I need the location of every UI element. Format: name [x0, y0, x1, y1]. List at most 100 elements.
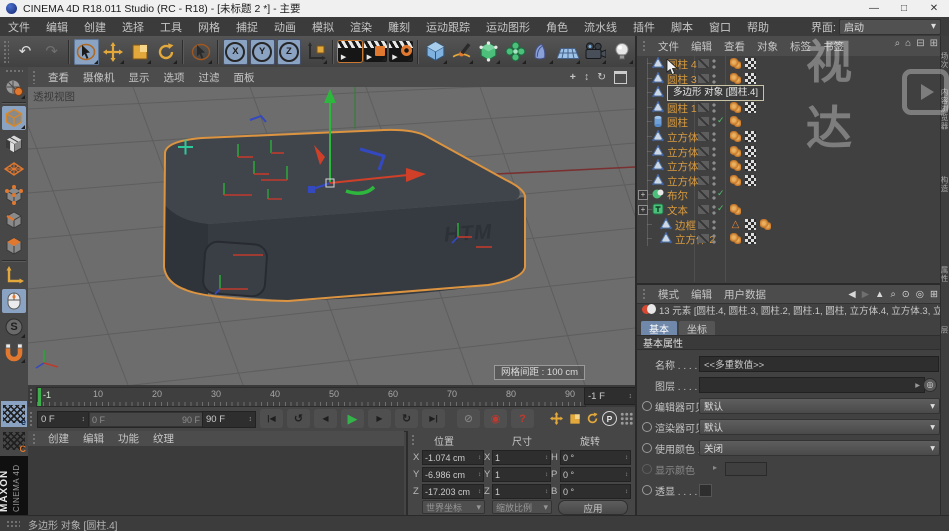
- object-row-cube3[interactable]: 立方体 3: [637, 144, 942, 159]
- dock-tab-structure[interactable]: 构造: [940, 176, 949, 193]
- uvw-tag-icon[interactable]: [745, 130, 756, 142]
- layer-box[interactable]: [698, 59, 709, 68]
- previous-frame-button[interactable]: ◀: [314, 409, 337, 428]
- material-edit-menu[interactable]: 编辑: [76, 431, 111, 446]
- lock-icon[interactable]: ⊙: [902, 289, 910, 300]
- frame-range-slider[interactable]: 0 F 90 F: [88, 411, 204, 428]
- expand-arrow-icon[interactable]: ▸: [713, 463, 717, 472]
- current-frame-field[interactable]: -1 F ↕: [584, 387, 636, 405]
- camera-menu[interactable]: 摄像机: [76, 70, 122, 85]
- add-mograph-button[interactable]: [503, 39, 528, 65]
- render-visibility-dropdown[interactable]: 默认 ▾: [699, 419, 940, 435]
- visibility-dots[interactable]: [712, 145, 716, 157]
- cycle-button[interactable]: ↻: [395, 409, 418, 428]
- pos-z-field[interactable]: -17.203 cm ↕: [422, 484, 484, 499]
- menu-sculpt[interactable]: 雕刻: [380, 19, 418, 35]
- next-frame-button[interactable]: ▶: [368, 409, 391, 428]
- visibility-dots[interactable]: [712, 218, 716, 230]
- track-mode-icon[interactable]: ◎: [916, 289, 924, 300]
- new-panel-icon[interactable]: ⊞: [930, 289, 938, 300]
- timeline-grip[interactable]: [29, 388, 34, 404]
- use-color-dropdown[interactable]: 关闭 ▾: [699, 440, 940, 456]
- object-row-cube1[interactable]: 立方体 1: [637, 158, 942, 173]
- quantize-settings-button[interactable]: C: [1, 428, 27, 454]
- phong-tag-icon[interactable]: [730, 72, 741, 84]
- points-mode-button[interactable]: [2, 183, 26, 207]
- layer-box[interactable]: [698, 219, 709, 229]
- key-position-button[interactable]: [548, 410, 565, 427]
- sound-toggle-button[interactable]: ⊘: [457, 409, 480, 428]
- spinner-icon[interactable]: ↕: [478, 472, 481, 478]
- dolly-view-icon[interactable]: ↕: [580, 71, 593, 83]
- expand-icon[interactable]: +: [638, 190, 648, 201]
- minimize-button[interactable]: —: [859, 0, 889, 17]
- om-view-menu[interactable]: 查看: [718, 39, 751, 54]
- om-edit-menu[interactable]: 编辑: [685, 39, 718, 54]
- play-backward-button[interactable]: ↺: [287, 409, 310, 428]
- om-objects-menu[interactable]: 对象: [751, 39, 784, 54]
- magnet-button[interactable]: [2, 340, 26, 364]
- add-environment-button[interactable]: [556, 39, 581, 65]
- key-rotation-button[interactable]: [584, 410, 601, 427]
- uvw-tag-icon[interactable]: [745, 233, 756, 245]
- rotate-button[interactable]: [154, 39, 179, 65]
- record-button[interactable]: ◉: [484, 409, 507, 428]
- add-spline-button[interactable]: [450, 39, 475, 65]
- menu-render[interactable]: 渲染: [342, 19, 380, 35]
- rotate-view-icon[interactable]: ↻: [593, 71, 610, 83]
- add-light-button[interactable]: [609, 39, 634, 65]
- pos-x-field[interactable]: -1.074 cm ↕: [422, 450, 484, 465]
- autokey-help-button[interactable]: ?: [511, 409, 534, 428]
- dock-tab-takes[interactable]: 场次: [940, 52, 949, 69]
- viewport-menu-grip[interactable]: [32, 70, 37, 84]
- material-list-area[interactable]: [28, 446, 404, 515]
- last-tool-button[interactable]: [188, 39, 213, 65]
- parent-object-icon[interactable]: ▲: [875, 289, 884, 300]
- menu-select[interactable]: 选择: [114, 19, 152, 35]
- axis-mode-button[interactable]: [2, 264, 26, 288]
- tab-basic[interactable]: 基本: [641, 321, 677, 336]
- layer-box[interactable]: [698, 204, 709, 214]
- attribute-manager-grip[interactable]: [642, 288, 647, 300]
- layer-popup-icon[interactable]: ▸: [915, 380, 920, 391]
- timeline-track[interactable]: -1 10 20 30 40 50 60 70 80 90: [36, 387, 586, 407]
- object-row-cylinder4[interactable]: 圆柱 4: [637, 56, 942, 71]
- display-color-swatch[interactable]: [725, 462, 767, 476]
- visibility-dots[interactable]: [712, 116, 716, 128]
- spinner-icon[interactable]: ↕: [545, 455, 548, 461]
- layer-box[interactable]: [698, 175, 709, 185]
- size-z-field[interactable]: 1 ↕: [492, 484, 551, 499]
- object-row-cylinder1[interactable]: 圆柱 1: [637, 100, 942, 115]
- name-field[interactable]: <<多重数值>>: [699, 356, 939, 372]
- menu-mesh[interactable]: 网格: [190, 19, 228, 35]
- close-button[interactable]: ✕: [919, 0, 949, 17]
- toggle-panel-icon[interactable]: [614, 70, 627, 84]
- record-circle-icon[interactable]: [642, 422, 652, 432]
- menu-file[interactable]: 文件: [0, 19, 38, 35]
- am-mode-menu[interactable]: 模式: [652, 287, 685, 302]
- pan-view-icon[interactable]: +: [566, 71, 580, 83]
- maximize-button[interactable]: □: [889, 0, 919, 17]
- enabled-check-icon[interactable]: ✓: [717, 115, 725, 126]
- add-primitive-button[interactable]: [423, 39, 448, 65]
- editor-visibility-dropdown[interactable]: 默认 ▾: [699, 398, 940, 414]
- menu-window[interactable]: 窗口: [701, 19, 739, 35]
- rot-b-field[interactable]: 0 ° ↕: [560, 484, 631, 499]
- mode-toolbar-grip[interactable]: [5, 69, 23, 74]
- enabled-check-icon[interactable]: ✓: [717, 203, 725, 214]
- uvw-tag-icon[interactable]: [745, 145, 756, 157]
- xray-checkbox[interactable]: [699, 484, 712, 497]
- key-parameter-button[interactable]: P: [602, 411, 617, 426]
- viewport-solo-button[interactable]: [2, 289, 26, 313]
- add-camera-button[interactable]: [583, 39, 608, 65]
- menu-character[interactable]: 角色: [538, 19, 576, 35]
- size-y-field[interactable]: 1 ↕: [492, 467, 551, 482]
- object-row-text[interactable]: + 文本 ✓: [637, 202, 942, 217]
- layer-box[interactable]: [698, 190, 709, 200]
- menu-help[interactable]: 帮助: [739, 19, 777, 35]
- key-pla-button[interactable]: [618, 410, 635, 427]
- spinner-icon[interactable]: ↕: [625, 472, 628, 478]
- model[interactable]: HTM: [162, 128, 527, 303]
- live-selection-button[interactable]: [73, 38, 99, 65]
- coordinate-system-button[interactable]: [303, 39, 328, 65]
